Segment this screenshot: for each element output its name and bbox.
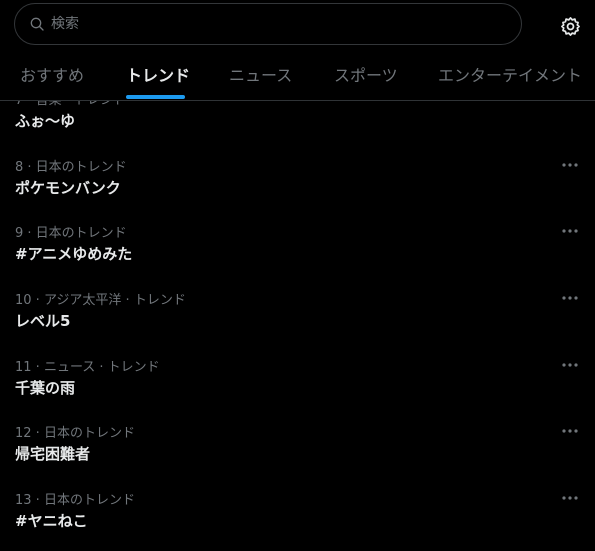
trend-title: #ヤニねこ [15,512,88,531]
trend-title: 帰宅困難者 [15,445,91,464]
trend-title: レベル5 [15,312,71,331]
tab-entertainment[interactable]: エンターテイメント [438,47,582,100]
more-horizontal-icon[interactable] [560,425,580,437]
trend-meta: 8 · 日本のトレンド [15,159,127,175]
trend-item[interactable]: 10 · アジア太平洋 · トレンド レベル5 [0,278,595,345]
trend-item[interactable]: 13 · 日本のトレンド #ヤニねこ [0,478,595,545]
header-divider [0,100,595,101]
tab-bar: おすすめ トレンド ニュース スポーツ エンターテイメント [0,47,595,100]
trend-item[interactable]: 11 · ニュース · トレンド 千葉の雨 [0,345,595,412]
trend-meta: 11 · ニュース · トレンド [15,359,160,375]
active-tab-indicator [126,95,185,99]
trend-item[interactable]: 12 · 日本のトレンド 帰宅困難者 [0,411,595,478]
search-icon [29,16,45,32]
trend-meta: 12 · 日本のトレンド [15,426,135,442]
tab-sports[interactable]: スポーツ [334,47,398,100]
trend-list: 7 · 音楽 · トレンド ふぉ〜ゆ 8 · 日本のトレンド ポケモンバンク 9… [0,78,595,545]
trend-item[interactable]: 8 · 日本のトレンド ポケモンバンク [0,145,595,212]
trend-meta: 9 · 日本のトレンド [15,226,127,242]
trend-title: ふぉ〜ゆ [15,112,76,130]
trend-meta: 13 · 日本のトレンド [15,493,135,509]
more-horizontal-icon[interactable] [560,159,580,171]
tab-trending[interactable]: トレンド [126,47,190,100]
more-horizontal-icon[interactable] [560,225,580,237]
more-horizontal-icon[interactable] [560,359,580,371]
gear-icon[interactable] [560,16,581,37]
trend-title: ポケモンバンク [15,178,121,197]
more-horizontal-icon[interactable] [560,292,580,304]
trend-title: 千葉の雨 [15,378,76,397]
search-bar[interactable] [14,3,522,45]
explore-header: おすすめ トレンド ニュース スポーツ エンターテイメント [0,0,595,101]
more-horizontal-icon[interactable] [560,492,580,504]
tab-for-you[interactable]: おすすめ [20,47,84,100]
trend-item[interactable]: 9 · 日本のトレンド #アニメゆめみた [0,211,595,278]
search-input[interactable] [51,5,521,43]
trend-meta: 10 · アジア太平洋 · トレンド [15,293,186,309]
tab-news[interactable]: ニュース [229,47,292,100]
trend-title: #アニメゆめみた [15,245,133,264]
